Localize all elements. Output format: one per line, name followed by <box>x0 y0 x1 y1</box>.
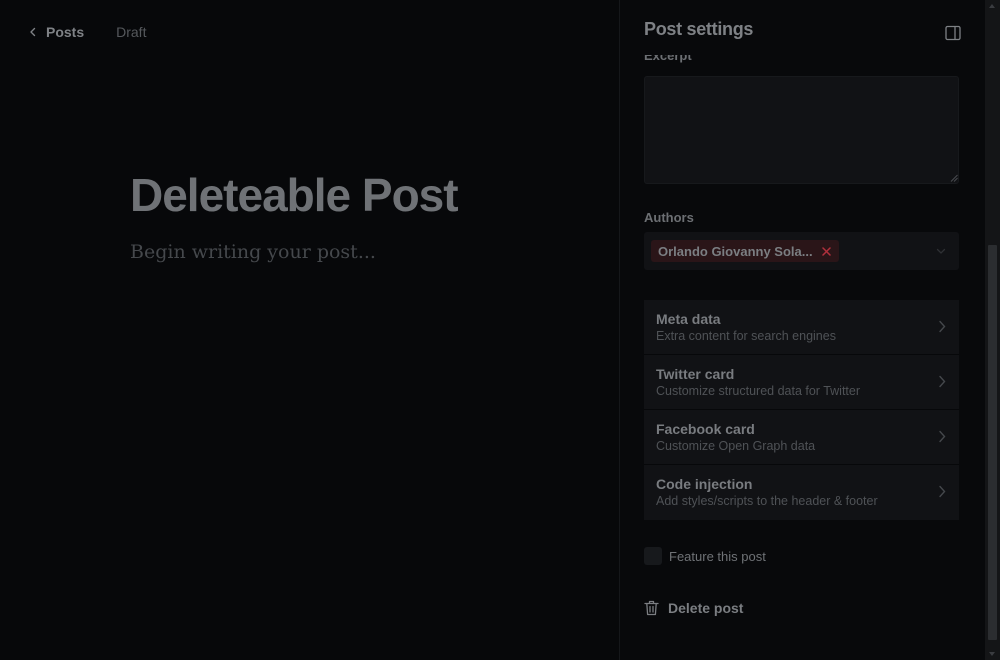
panel-scrollbar[interactable] <box>985 0 1000 660</box>
post-status: Draft <box>116 24 147 40</box>
feature-post-option: Feature this post <box>644 547 766 565</box>
delete-post-button[interactable]: Delete post <box>644 600 743 616</box>
editor-topbar: Posts Draft <box>28 22 146 42</box>
chevron-right-icon <box>939 485 946 498</box>
chevron-down-icon <box>936 248 946 254</box>
menu-item-description: Customize Open Graph data <box>656 439 816 453</box>
menu-item-title: Twitter card <box>656 366 735 382</box>
menu-item-title: Code injection <box>656 476 753 492</box>
menu-item-description: Add styles/scripts to the header & foote… <box>656 494 878 508</box>
menu-item-facebook-card[interactable]: Facebook card Customize Open Graph data <box>644 410 959 465</box>
scroll-up-arrow-icon[interactable] <box>989 4 995 8</box>
close-icon[interactable] <box>821 246 831 256</box>
scrollbar-thumb[interactable] <box>988 245 997 640</box>
settings-menu: Meta data Extra content for search engin… <box>644 300 959 520</box>
authors-select[interactable]: Orlando Giovanny Sola... <box>644 232 959 270</box>
back-to-posts-link[interactable]: Posts <box>28 24 84 40</box>
delete-post-label: Delete post <box>668 600 744 616</box>
chevron-left-icon <box>30 27 36 37</box>
menu-item-description: Customize structured data for Twitter <box>656 384 861 398</box>
menu-item-title: Meta data <box>656 311 721 327</box>
post-title[interactable]: Deleteable Post <box>130 168 459 222</box>
sidebar-panel-icon[interactable] <box>945 25 961 41</box>
menu-item-twitter-card[interactable]: Twitter card Customize structured data f… <box>644 355 959 410</box>
chevron-right-icon <box>939 320 946 333</box>
menu-item-description: Extra content for search engines <box>656 329 836 343</box>
trash-icon <box>644 600 659 616</box>
post-body-placeholder[interactable]: Begin writing your post... <box>130 241 376 263</box>
menu-item-meta-data[interactable]: Meta data Extra content for search engin… <box>644 300 959 355</box>
panel-title: Post settings <box>644 19 754 39</box>
post-settings-panel: Post settings Excerpt Authors Orlando Gi… <box>620 0 985 660</box>
scroll-down-arrow-icon[interactable] <box>989 652 995 656</box>
excerpt-field[interactable] <box>644 76 959 184</box>
excerpt-label: Excerpt <box>644 55 692 63</box>
feature-post-label[interactable]: Feature this post <box>669 549 766 564</box>
editor-area: Posts Draft Deleteable Post Begin writin… <box>0 0 619 660</box>
author-name: Orlando Giovanny Sola... <box>658 243 813 259</box>
chevron-right-icon <box>939 430 946 443</box>
author-chip: Orlando Giovanny Sola... <box>651 240 839 262</box>
back-label: Posts <box>46 24 85 40</box>
feature-post-checkbox[interactable] <box>644 547 662 565</box>
menu-item-title: Facebook card <box>656 421 755 437</box>
menu-item-code-injection[interactable]: Code injection Add styles/scripts to the… <box>644 465 959 520</box>
chevron-right-icon <box>939 375 946 388</box>
authors-label: Authors <box>644 210 694 225</box>
